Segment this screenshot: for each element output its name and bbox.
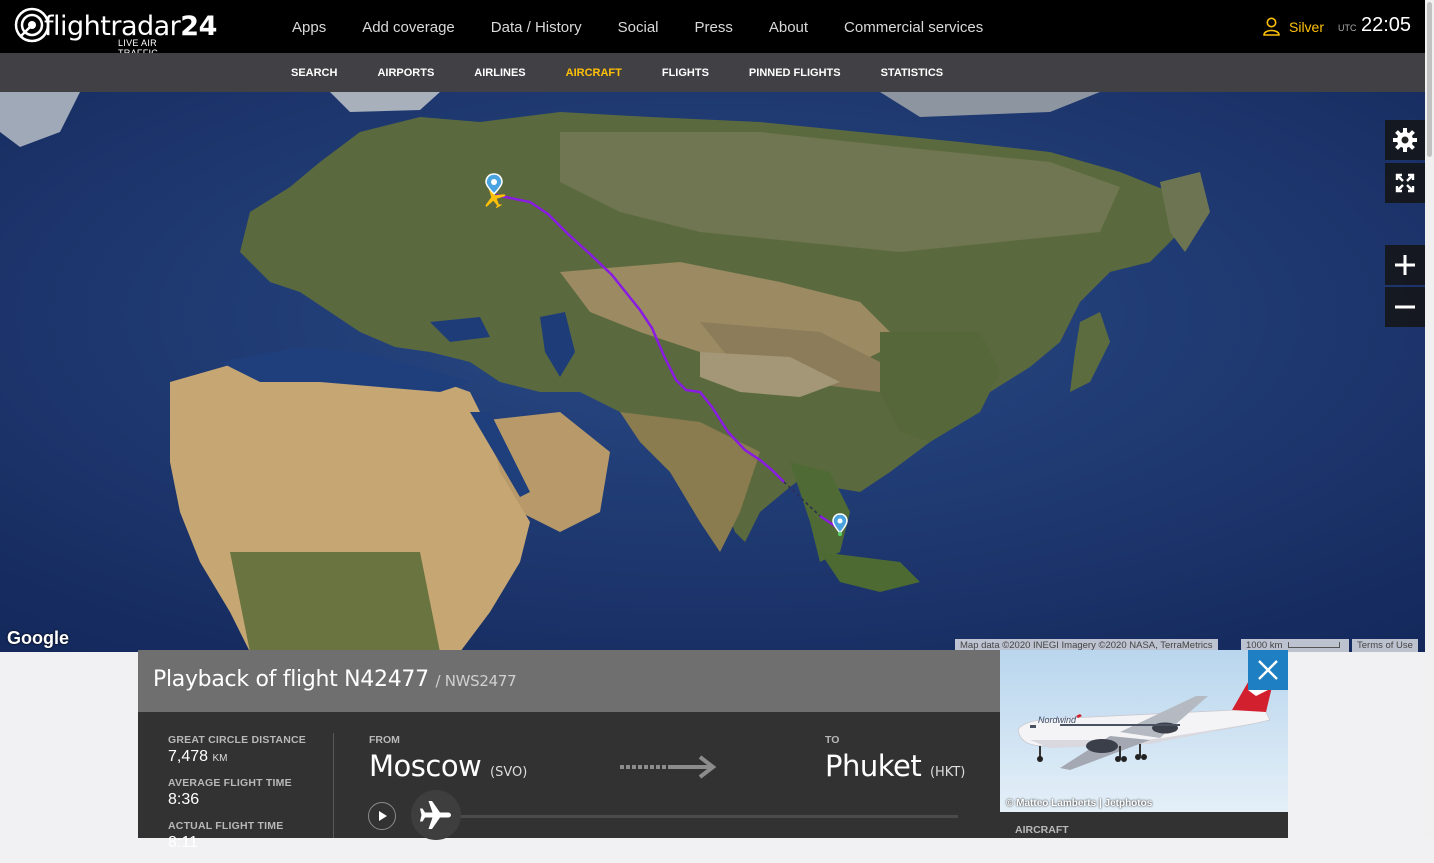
airplane-icon bbox=[420, 801, 451, 829]
photo-credit[interactable]: © Matteo Lamberts | Jetphotos bbox=[1006, 798, 1152, 809]
timezone-label: UTC bbox=[1338, 23, 1357, 33]
origin-marker-icon[interactable] bbox=[481, 172, 509, 208]
destination-code: (HKT) bbox=[929, 765, 966, 780]
destination-marker-icon[interactable] bbox=[831, 513, 849, 537]
destination-city-name: Phuket bbox=[825, 749, 922, 783]
map-view[interactable]: Google Map data ©2020 INEGI Imagery ©202… bbox=[0, 92, 1425, 652]
user-plan-label: Silver bbox=[1289, 18, 1325, 35]
aircraft-label: AIRCRAFT bbox=[1015, 824, 1069, 836]
satellite-map[interactable] bbox=[0, 92, 1425, 652]
fullscreen-icon bbox=[1395, 173, 1415, 193]
actual-time-label: ACTUAL FLIGHT TIME bbox=[168, 820, 284, 832]
route-arrow-icon bbox=[620, 755, 717, 779]
sub-nav: SEARCH AIRPORTS AIRLINES AIRCRAFT FLIGHT… bbox=[0, 53, 1425, 92]
google-logo: Google bbox=[7, 628, 69, 648]
timeline-handle[interactable] bbox=[411, 790, 461, 840]
average-time-value: 8:36 bbox=[168, 791, 200, 808]
nav-apps[interactable]: Apps bbox=[274, 0, 344, 53]
clock-time: 22:05 bbox=[1361, 14, 1412, 36]
subnav-search[interactable]: SEARCH bbox=[271, 53, 357, 93]
from-label: FROM bbox=[369, 734, 400, 746]
subnav-airports[interactable]: AIRPORTS bbox=[357, 53, 454, 93]
origin-city: Moscow (SVO) bbox=[369, 749, 527, 783]
destination-city: Phuket (HKT) bbox=[825, 749, 965, 783]
actual-time-value: 8:11 bbox=[168, 834, 198, 851]
average-time-label: AVERAGE FLIGHT TIME bbox=[168, 777, 292, 789]
gear-icon bbox=[1393, 128, 1417, 152]
minus-icon bbox=[1395, 305, 1415, 309]
settings-button[interactable] bbox=[1385, 120, 1425, 160]
subnav-pinned-flights[interactable]: PINNED FLIGHTS bbox=[729, 53, 861, 93]
distance-label: GREAT CIRCLE DISTANCE bbox=[168, 734, 306, 746]
zoom-out-button[interactable] bbox=[1385, 287, 1425, 327]
page-scrollbar[interactable] bbox=[1425, 0, 1434, 838]
zoom-in-button[interactable] bbox=[1385, 245, 1425, 285]
playback-title-text: Playback of flight N42477 bbox=[153, 667, 429, 692]
scale-bar bbox=[1288, 642, 1341, 649]
playback-title: Playback of flight N42477 / NWS2477 bbox=[153, 667, 517, 692]
play-icon bbox=[379, 811, 387, 821]
aircraft-photo[interactable]: Nordwind © Matteo Lamberts | Jetphotos bbox=[1000, 650, 1288, 812]
play-button[interactable] bbox=[368, 802, 396, 830]
origin-city-name: Moscow bbox=[369, 749, 482, 783]
flight-stats: GREAT CIRCLE DISTANCE 7,478 KM AVERAGE F… bbox=[168, 734, 306, 863]
playback-panel: Playback of flight N42477 / NWS2477 GREA… bbox=[138, 650, 1000, 851]
nav-add-coverage[interactable]: Add coverage bbox=[344, 0, 473, 53]
flight-callsign: / NWS2477 bbox=[435, 672, 517, 690]
subnav-flights[interactable]: FLIGHTS bbox=[642, 53, 729, 93]
plus-icon bbox=[1395, 255, 1415, 275]
main-nav: Apps Add coverage Data / History Social … bbox=[274, 0, 1001, 53]
stats-divider bbox=[333, 733, 334, 838]
top-bar: flightradar24 LIVE AIR TRAFFIC Apps Add … bbox=[0, 0, 1425, 58]
scrollbar-thumb[interactable] bbox=[1427, 2, 1432, 157]
close-button[interactable] bbox=[1248, 650, 1288, 690]
flightradar24-logo[interactable]: flightradar24 LIVE AIR TRAFFIC bbox=[14, 7, 217, 58]
user-icon bbox=[1263, 17, 1280, 36]
subnav-statistics[interactable]: STATISTICS bbox=[861, 53, 964, 93]
nav-commercial-services[interactable]: Commercial services bbox=[826, 0, 1001, 53]
distance-number: 7,478 bbox=[168, 748, 209, 765]
nav-press[interactable]: Press bbox=[677, 0, 751, 53]
origin-code: (SVO) bbox=[490, 765, 528, 780]
nav-social[interactable]: Social bbox=[600, 0, 677, 53]
subnav-airlines[interactable]: AIRLINES bbox=[454, 53, 545, 93]
playback-header: Playback of flight N42477 / NWS2477 bbox=[138, 650, 1000, 712]
livery-text: Nordwind bbox=[1038, 715, 1077, 725]
nav-about[interactable]: About bbox=[751, 0, 826, 53]
terms-of-use-link[interactable]: Terms of Use bbox=[1352, 639, 1418, 652]
playback-timeline[interactable] bbox=[458, 815, 958, 818]
user-account-button[interactable]: Silver bbox=[1263, 17, 1324, 36]
close-icon bbox=[1258, 660, 1278, 680]
to-label: TO bbox=[825, 734, 840, 746]
fullscreen-button[interactable] bbox=[1385, 163, 1425, 203]
distance-unit: KM bbox=[212, 753, 228, 764]
aircraft-photo-image: Nordwind bbox=[1000, 650, 1288, 812]
distance-value: 7,478 KM bbox=[168, 748, 306, 766]
aircraft-section: AIRCRAFT bbox=[1000, 812, 1288, 838]
nav-data-history[interactable]: Data / History bbox=[473, 0, 600, 53]
subnav-aircraft[interactable]: AIRCRAFT bbox=[546, 53, 642, 93]
